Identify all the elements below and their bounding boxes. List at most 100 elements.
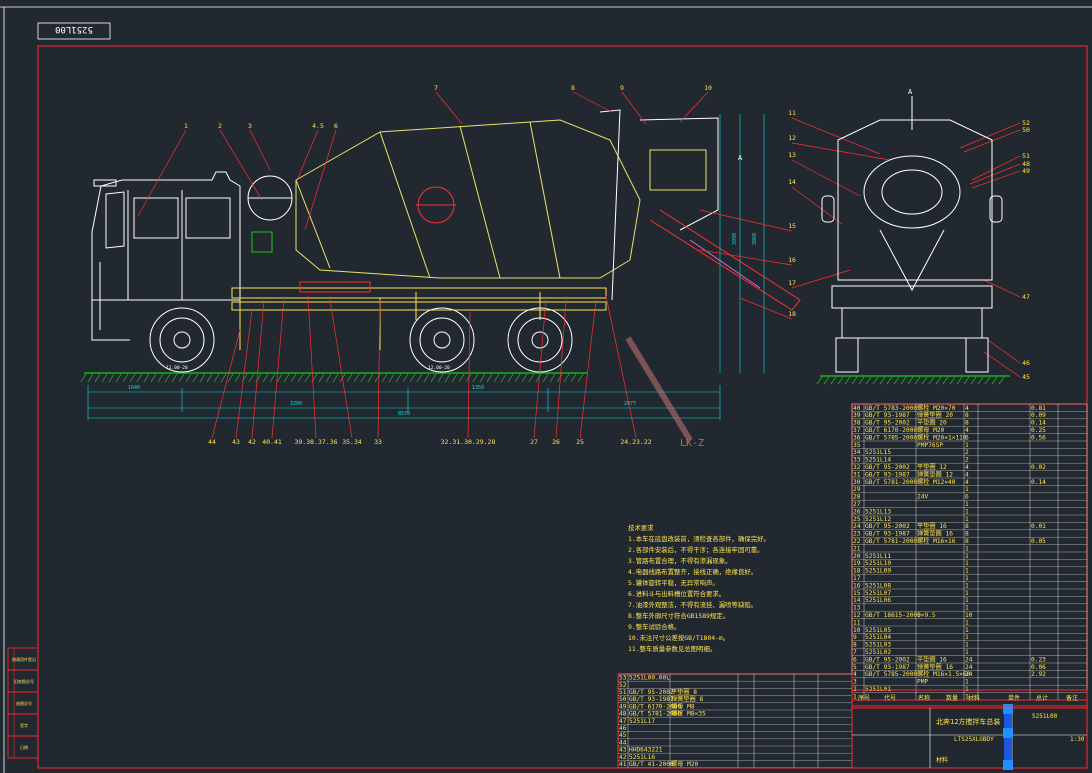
mixer-drum	[295, 119, 641, 279]
callout-label: 24.23.22	[620, 438, 651, 446]
bom-cell: 弹簧垫圈 16	[917, 663, 953, 671]
callout-label: 10	[704, 84, 712, 92]
bom-cell: 8	[853, 642, 857, 649]
bom-cell: 5251L15	[865, 449, 891, 456]
bom-cell: 5251L17	[629, 718, 655, 725]
bom-cell: 10	[853, 627, 861, 634]
callout-label: 6	[334, 122, 338, 130]
bom-cell: 24	[965, 664, 973, 671]
revision-label: 旧底图总号	[14, 678, 34, 684]
bom-cell: 44	[619, 739, 627, 746]
technical-note-line: 10.未注尺寸公差按GB/T1804-m。	[628, 633, 729, 642]
bom-cell: 1	[965, 442, 969, 449]
bom-cell: 25	[853, 516, 861, 523]
bom-cell: 0.01	[1031, 523, 1046, 530]
bom-cell: GB/T 95-2002	[865, 464, 910, 471]
bom-cell: GB/T 93-1987	[865, 412, 910, 419]
callout-label: 50	[1022, 126, 1030, 134]
bom-cell: 5251L03	[865, 642, 891, 649]
bom-header-cell: 材料	[968, 694, 980, 702]
bom-cell: 34	[853, 449, 861, 456]
bom-cell: GB/T 5781-2000	[865, 479, 917, 486]
bom-cell: 5251L10	[865, 560, 891, 567]
bom-cell: 7	[853, 649, 857, 656]
bom-cell: 22	[853, 538, 861, 545]
bom-cell: 6	[853, 656, 857, 663]
callout-label: 17	[788, 279, 796, 287]
bom-cell: 2.92	[1031, 671, 1046, 678]
tire-label-rear: 12.00-20	[428, 365, 450, 371]
bom-cell: 49	[619, 703, 627, 710]
callout-label: 2	[218, 122, 222, 130]
bom-cell: 47	[619, 718, 627, 725]
bom-cell: 4	[965, 427, 969, 434]
bom-cell: 5251L05	[865, 627, 891, 634]
technical-note-line: 4.电器线路布置整齐，接线正确，绝缘良好。	[628, 567, 757, 576]
bom-cell: 1	[965, 597, 969, 604]
view-a-label: A	[738, 154, 743, 162]
bom-cell: 38	[853, 420, 861, 427]
dim-height: 3860	[752, 233, 758, 245]
bom-cell: 41	[619, 761, 627, 768]
technical-note-line: 11.整车质量参数见总图明细。	[628, 644, 716, 653]
bom-cell: 18	[853, 568, 861, 575]
bom-cell: 4	[965, 471, 969, 478]
callout-label: 45	[1022, 373, 1030, 381]
bom-cell: 13	[853, 605, 861, 612]
bom-cell: 0.09	[1031, 412, 1046, 419]
bom-cell: 1	[965, 501, 969, 508]
bom-cell: GB/T 5783-2000	[865, 405, 917, 412]
bom-cell: 29	[853, 486, 861, 493]
bom-cell: 21	[853, 545, 861, 552]
revision-label: 底图总号	[16, 700, 32, 706]
bom-cell: 螺栓 M20×1×110	[917, 433, 967, 441]
bom-cell: 螺母 M20	[917, 426, 945, 434]
bom-cell: 平垫圈 12	[917, 463, 947, 471]
title-block: 北奔12方搅拌车总装 5251L00 LTS25XLGBDY 1:30 材料	[851, 704, 1088, 770]
bom-cell: 9	[853, 634, 857, 641]
view-a-top-label: A	[908, 88, 913, 96]
bom-cell: 24V	[917, 494, 928, 501]
wheel-rim	[159, 317, 205, 363]
callout-label: 16	[788, 256, 796, 264]
bom-cell: 5×9.5	[917, 612, 936, 619]
tire-label-front: 12.00-20	[166, 365, 188, 371]
title-block-scale: 1:30	[1070, 736, 1085, 743]
title-block-model: LTS25XLGBDY	[954, 736, 994, 743]
bom-cell: 30	[853, 479, 861, 486]
callout-leaders	[137, 91, 1021, 439]
callout-label: 27	[530, 438, 538, 446]
cad-drawing-canvas: 5251L00 借通用件登记旧底图总号底图总号签字日期 1640 3200 85…	[0, 6, 1092, 773]
bom-cell: 10	[965, 612, 973, 619]
bom-cell: 24	[965, 656, 973, 663]
bom-cell: 1	[965, 634, 969, 641]
bom-cell: 8	[965, 531, 969, 538]
dim-wheelbase1: 3200	[290, 401, 302, 407]
cab	[91, 171, 241, 341]
bom-cell: GB/T 5781-2000	[865, 538, 917, 545]
bom-cell: 0.23	[1031, 656, 1046, 663]
bom-cell: 弹簧垫圈 8	[671, 695, 703, 703]
callout-label: 26	[552, 438, 560, 446]
bom-cell: 20	[853, 553, 861, 560]
bom-cell: GB/T 95-2002	[865, 420, 910, 427]
bom-header-cell: 总计	[1036, 694, 1048, 702]
bom-cell: HHD643221	[629, 747, 663, 754]
bom-cell: 5251L11	[865, 553, 891, 560]
callout-label: 14	[788, 178, 796, 186]
bom-cell: 平垫圈 20	[917, 419, 947, 427]
callout-label: 47	[1022, 293, 1030, 301]
callout-label: 42	[248, 438, 256, 446]
bom-cell: 14	[853, 597, 861, 604]
bom-cell: 0.05	[1031, 538, 1046, 545]
truck-side-view	[80, 109, 801, 383]
bom-header-cell: 备注	[1066, 694, 1078, 702]
bom-cell: 螺母 M8	[671, 702, 695, 710]
callout-label: 35.34	[342, 438, 362, 446]
chassis-frame	[231, 281, 607, 350]
bom-cell: 5251L07	[865, 590, 891, 597]
bom-cell: 45	[619, 732, 627, 739]
callout-label: 11	[788, 109, 796, 117]
drawing-number-stamp: 5251L00	[37, 22, 111, 40]
bom-cell: GB/T 41-2000	[629, 761, 674, 768]
